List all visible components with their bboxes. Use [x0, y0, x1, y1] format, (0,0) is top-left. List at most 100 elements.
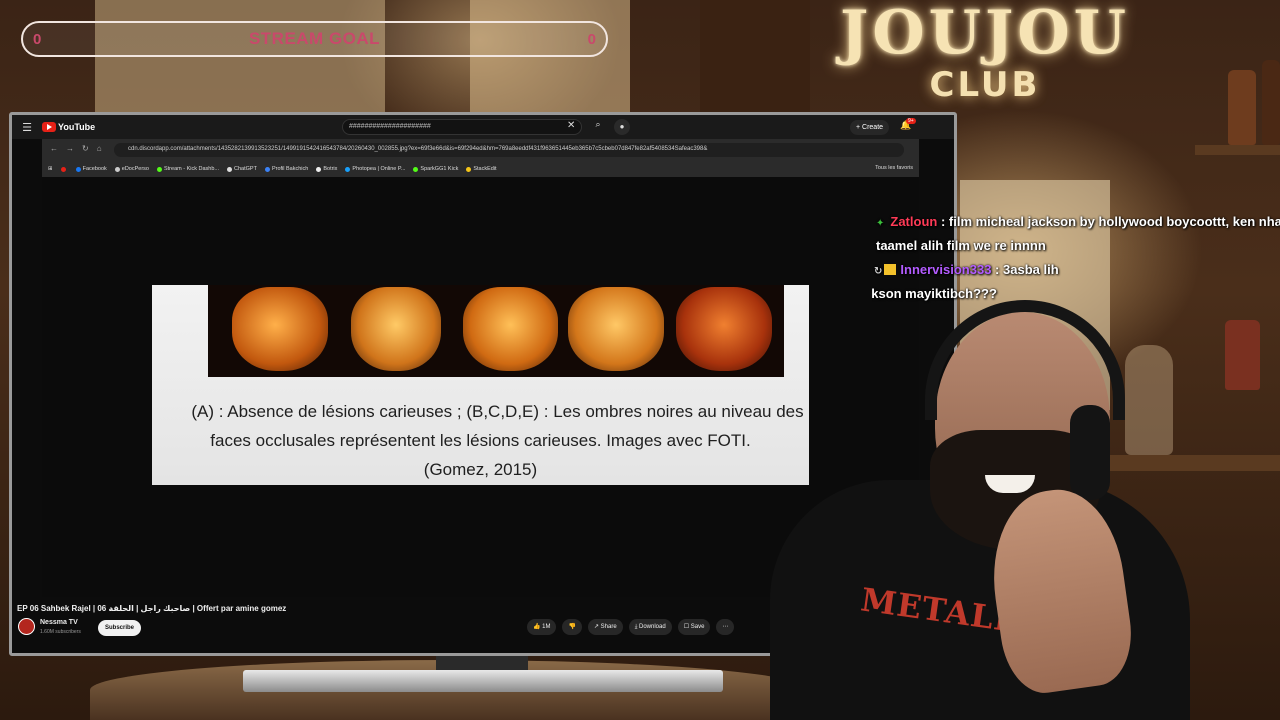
chat-username: Innervision333 — [900, 262, 992, 277]
emote-icon: ↻ — [874, 266, 883, 277]
microphone-icon[interactable]: ● — [614, 119, 630, 135]
subscribe-button[interactable]: Subscribe — [98, 620, 141, 636]
tooth-image — [351, 287, 441, 371]
headset-earcup — [1070, 405, 1110, 500]
all-bookmarks-folder[interactable]: Tous les favoris — [875, 165, 913, 171]
channel-subscriber-count: 1.60M subscribers — [40, 629, 81, 635]
wood-beam — [700, 0, 810, 112]
save-button[interactable]: ☐ Save — [677, 619, 711, 635]
stream-goal-bar: 0 STREAM GOAL 0 — [21, 21, 608, 57]
download-button[interactable]: ⤓ Download — [628, 619, 672, 635]
caption-line-1: (A) : Absence de lésions carieuses ; (B,… — [191, 402, 804, 421]
video-title: EP 06 Sahbek Rajel | صاحبك راجل | الحلقة… — [17, 604, 287, 613]
video-actions: 👍 1M 👎 ↗ Share ⤓ Download ☐ Save ⋯ — [527, 619, 735, 635]
bookmark-label: Photopea | Online P... — [352, 166, 406, 172]
bookmark-favicon-icon — [60, 166, 66, 172]
channel-logo: JOUJOU CLUB — [820, 0, 1150, 118]
monitor-stand-base — [243, 670, 723, 692]
youtube-header: ☰ YouTube ##################### ✕ ⌕ ● + … — [12, 115, 954, 139]
bookmark-item[interactable]: SparkGG1 Kick — [413, 166, 458, 172]
monitor-stand-neck — [436, 656, 528, 670]
bookmark-item[interactable]: eDocPerso — [114, 166, 149, 172]
bookmark-item[interactable]: ChatGPT — [227, 166, 257, 172]
bottle — [1262, 60, 1280, 145]
bookmark-item[interactable]: Botrix — [316, 166, 337, 172]
bookmark-label: SparkGG1 Kick — [420, 166, 459, 172]
tooth-image — [568, 287, 664, 371]
chat-badge-icon: ✦ — [876, 218, 885, 229]
youtube-logo[interactable]: YouTube — [42, 122, 95, 132]
back-arrow-icon[interactable]: ← — [50, 144, 58, 153]
bookmark-label: Profil Bakchich — [271, 166, 309, 172]
stream-goal-current: 0 — [33, 30, 42, 48]
create-button[interactable]: + Create — [850, 120, 890, 135]
caption-line-3: (Gomez, 2015) — [423, 460, 538, 479]
bookmark-item[interactable]: Stream - Kick Dashb... — [156, 166, 219, 172]
hamburger-menu-icon[interactable]: ☰ — [16, 121, 38, 134]
tooth-image — [463, 287, 558, 371]
forward-arrow-icon[interactable]: → — [66, 144, 74, 153]
stream-goal-target: 0 — [587, 30, 596, 48]
bookmark-label: eDocPerso — [121, 166, 149, 172]
youtube-logo-text: YouTube — [58, 122, 96, 132]
logo-sub-text: CLUB — [929, 65, 1041, 105]
address-bar[interactable]: cdn.discordapp.com/attachments/143528213… — [114, 143, 904, 157]
bookmark-favicon-icon — [264, 166, 270, 172]
chat-text: ckson mayiktibch??? — [872, 286, 997, 301]
tooth-image — [232, 287, 328, 371]
like-button[interactable]: 👍 1M — [527, 619, 557, 635]
bookmark-favicon-icon — [413, 166, 419, 172]
teeth-photo-strip — [208, 285, 784, 377]
slide-caption: (A) : Absence de lésions carieuses ; (B,… — [152, 397, 809, 484]
bookmark-item[interactable]: Facebook — [75, 166, 107, 172]
share-button[interactable]: ↗ Share — [587, 619, 623, 635]
chat-username: Zatloun — [890, 214, 938, 229]
streamer-webcam: METALLICA — [740, 300, 1200, 720]
chat-text: taamel alih film we re innnn — [876, 238, 1046, 253]
bookmark-favicon-icon — [114, 166, 120, 172]
bookmark-favicon-icon — [227, 166, 233, 172]
chat-message: ckson mayiktibch??? — [872, 282, 1280, 306]
chat-separator: : — [937, 214, 949, 229]
more-actions-button[interactable]: ⋯ — [716, 619, 735, 635]
bottle — [1225, 320, 1260, 390]
url-text: cdn.discordapp.com/attachments/143528213… — [128, 146, 708, 152]
bookmark-label: StackEdit — [473, 166, 497, 172]
stream-goal-label: STREAM GOAL — [248, 29, 381, 48]
youtube-play-icon — [42, 122, 56, 132]
apps-grid-icon[interactable]: ⊞ — [48, 166, 53, 172]
embedded-browser: ← → ↻ ⌂ cdn.discordapp.com/attachments/1… — [42, 139, 919, 177]
bookmarks-bar: ⊞ Facebook eDocPerso Stream - Kick Dashb..… — [42, 161, 919, 177]
chat-message: taamel alih film we re innnn — [876, 234, 1280, 258]
chat-overlay: ✦ Zatloun : film micheal jackson by holly… — [872, 210, 1280, 306]
bottle — [1228, 70, 1256, 145]
slide-image: (A) : Absence de lésions carieuses ; (B,… — [152, 285, 809, 485]
bookmark-label: ChatGPT — [234, 166, 257, 172]
chat-message: ↻ Innervision333 : 3asba lih — [874, 258, 1280, 282]
bookmark-label: Botrix — [323, 166, 338, 172]
bookmark-favicon-icon — [316, 166, 322, 172]
headset-icon — [925, 300, 1125, 420]
bookmark-favicon-icon — [466, 166, 472, 172]
reload-icon[interactable]: ↻ — [82, 144, 89, 153]
chat-text: 3asba lih — [1003, 262, 1059, 277]
shelf — [1195, 145, 1280, 155]
bookmark-favicon-icon — [345, 166, 351, 172]
bookmark-item[interactable] — [60, 166, 68, 172]
bookmark-item[interactable]: Profil Bakchich — [264, 166, 309, 172]
bookmark-favicon-icon — [75, 166, 81, 172]
bookmark-item[interactable]: StackEdit — [466, 166, 497, 172]
search-icon[interactable]: ⌕ — [588, 119, 608, 135]
caption-line-2: faces occlusales représentent les lésion… — [210, 431, 751, 450]
channel-avatar[interactable] — [18, 618, 35, 635]
clear-search-icon[interactable]: ✕ — [567, 120, 575, 131]
youtube-search-input[interactable]: ##################### — [342, 119, 582, 135]
chat-text: film micheal jackson by hollywood boycoo… — [948, 214, 1280, 229]
dislike-button[interactable]: 👎 — [562, 619, 582, 635]
channel-name[interactable]: Nessma TV — [40, 619, 78, 626]
bookmark-favicon-icon — [156, 166, 162, 172]
bookmark-item[interactable]: Photopea | Online P... — [345, 166, 405, 172]
home-icon[interactable]: ⌂ — [97, 144, 102, 153]
notification-badge: 9+ — [906, 118, 916, 124]
bookmark-label: Facebook — [82, 166, 107, 172]
